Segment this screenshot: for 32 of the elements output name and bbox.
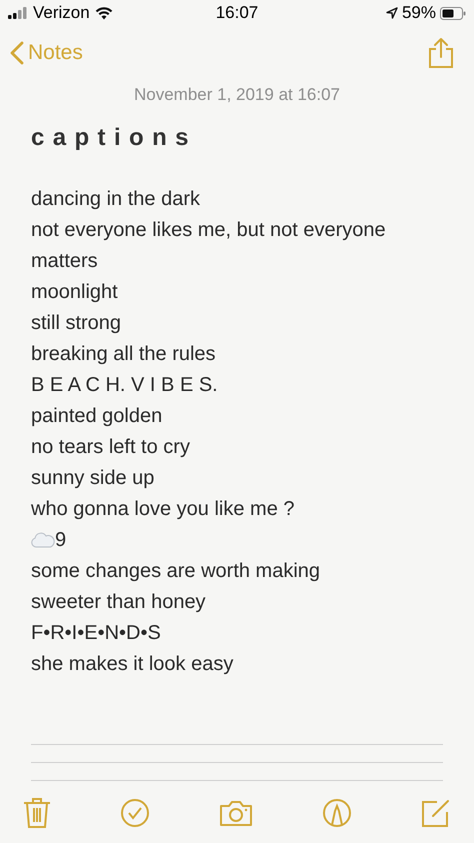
location-arrow-icon	[386, 7, 398, 19]
note-line: painted golden	[31, 404, 164, 428]
note-line: 9	[55, 528, 66, 552]
wifi-icon	[94, 6, 113, 20]
signal-icon	[8, 7, 28, 19]
checkmark-circle-icon[interactable]	[120, 798, 150, 828]
note-line: some changes are worth making	[31, 558, 322, 584]
note-line: sweeter than honey	[31, 590, 207, 614]
battery-icon	[440, 6, 466, 20]
note-line: sunny side up	[31, 466, 156, 490]
battery-percentage: 59%	[402, 2, 436, 24]
note-line: F•R•I•E•N•D•S	[31, 620, 162, 646]
pen-tip-circle-icon[interactable]	[322, 798, 352, 828]
note-line: breaking all the rules	[31, 342, 217, 366]
note-line: she makes it look easy	[31, 652, 234, 676]
note-line: still strong	[31, 310, 122, 336]
note-title: captions	[31, 122, 198, 152]
carrier-name: Verizon	[33, 2, 90, 24]
note-line: B E A C H. V I B E S.	[31, 372, 219, 398]
note-line: no tears left to cry	[31, 434, 191, 460]
camera-icon[interactable]	[219, 799, 253, 827]
note-line: dancing in the dark	[31, 186, 202, 212]
compose-icon[interactable]	[421, 798, 451, 828]
note-date: November 1, 2019 at 16:07	[132, 84, 342, 106]
note-line: moonlight	[31, 280, 119, 304]
cloud-icon	[31, 532, 55, 548]
status-time: 16:07	[216, 2, 258, 24]
trash-icon[interactable]	[23, 797, 51, 829]
note-line: who gonna love you like me ?	[31, 496, 296, 522]
chevron-left-icon	[10, 41, 24, 65]
share-icon[interactable]	[428, 37, 454, 69]
back-button[interactable]: Notes	[10, 37, 83, 69]
